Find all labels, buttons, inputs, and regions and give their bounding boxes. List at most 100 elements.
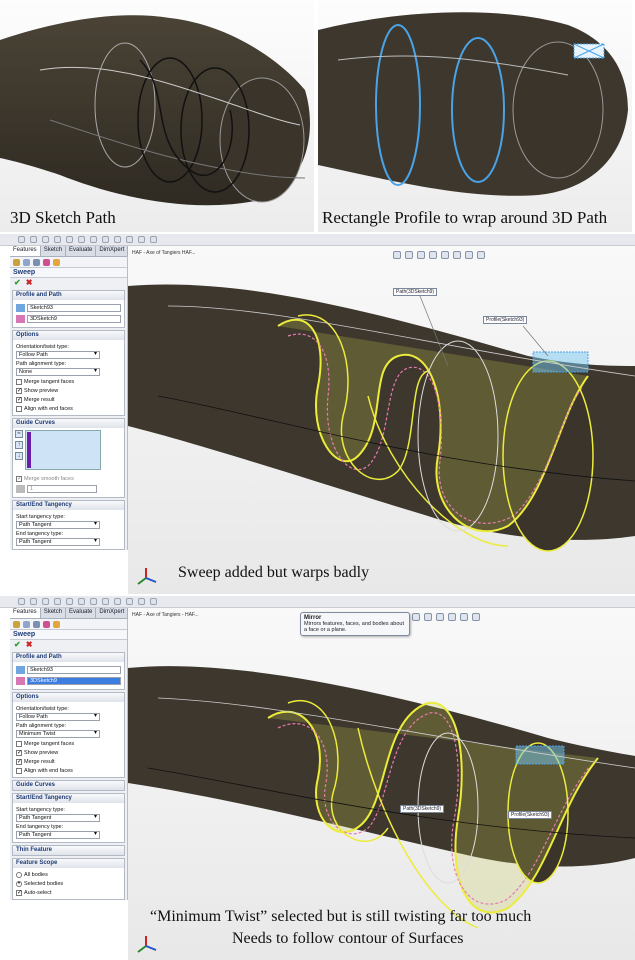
align-end-option[interactable]: Align with end faces [16, 404, 121, 413]
display-manager-icon[interactable] [53, 621, 60, 628]
section-header[interactable]: Guide Curves [13, 419, 124, 428]
checkbox-checked[interactable]: ✓ [16, 758, 22, 765]
auto-select-option[interactable]: ✓ Auto-select [16, 888, 121, 897]
toolbar-icon[interactable] [126, 236, 133, 243]
profile-field[interactable]: Sketch93 [27, 666, 121, 674]
spin-field[interactable]: 1 [27, 485, 97, 493]
mirror-toolbar-icon[interactable] [150, 598, 157, 605]
section-header[interactable]: Options [13, 693, 124, 702]
tab-dimxpert[interactable]: DimXpert [96, 246, 129, 256]
dimxpert-icon[interactable] [43, 621, 50, 628]
section-header[interactable]: Profile and Path [13, 653, 124, 662]
section-header[interactable]: Start/End Tangency [13, 794, 124, 803]
tab-features[interactable]: Features [10, 608, 41, 618]
tab-features[interactable]: Features [10, 246, 41, 256]
tab-sketch[interactable]: Sketch [41, 246, 67, 256]
graphics-viewport[interactable]: HAF - Axe of Tangiers - HAF... Mirror Mi… [128, 608, 635, 960]
path-field[interactable]: 3DSketch9 [27, 677, 121, 685]
show-preview-option[interactable]: ✓ Show preview [16, 386, 121, 395]
radio-button[interactable] [16, 871, 22, 878]
toolbar-icon[interactable] [66, 598, 73, 605]
alignment-select[interactable]: Minimum Twist [16, 730, 100, 738]
end-tangency-select[interactable]: Path Tangent [16, 538, 100, 546]
tab-dimxpert[interactable]: DimXpert [96, 608, 129, 618]
feature-tree-icon[interactable] [13, 259, 20, 266]
checkbox[interactable] [16, 378, 22, 385]
radio-button-selected[interactable]: • [16, 880, 22, 887]
alignment-select[interactable]: None [16, 368, 100, 376]
merge-result-option[interactable]: ✓ Merge result [16, 395, 121, 404]
toolbar-icon[interactable] [78, 236, 85, 243]
profile-field[interactable]: Sketch93 [27, 304, 121, 312]
path-callout[interactable]: Path(3DSketch9) [393, 288, 438, 296]
property-manager-icon[interactable] [23, 259, 30, 266]
toolbar-icon[interactable] [18, 598, 25, 605]
toolbar-icon[interactable] [90, 236, 97, 243]
move-down-icon[interactable]: ↓ [15, 452, 23, 460]
toolbar-icon[interactable] [66, 236, 73, 243]
end-tangency-select[interactable]: Path Tangent [16, 831, 100, 839]
toolbar-icon[interactable] [18, 236, 25, 243]
section-header[interactable]: Start/End Tangency [13, 501, 124, 510]
section-header[interactable]: Thin Feature [13, 846, 124, 855]
tab-evaluate[interactable]: Evaluate [66, 608, 97, 618]
profile-callout[interactable]: Profile(Sketch93) [508, 811, 553, 819]
ok-check-icon[interactable]: ✔ [14, 640, 21, 650]
section-header[interactable]: Feature Scope [13, 859, 124, 868]
cancel-x-icon[interactable]: ✖ [26, 278, 33, 288]
profile-callout[interactable]: Profile(Sketch93) [483, 316, 528, 324]
toolbar-icon[interactable] [150, 236, 157, 243]
toolbar-icon[interactable] [114, 598, 121, 605]
dimxpert-icon[interactable] [43, 259, 50, 266]
property-manager-icon[interactable] [23, 621, 30, 628]
section-header[interactable]: Options [13, 331, 124, 340]
feature-tree-icon[interactable] [13, 621, 20, 628]
show-preview-option[interactable]: ✓ Show preview [16, 748, 121, 757]
toolbar-icon[interactable] [126, 598, 133, 605]
toolbar-icon[interactable] [54, 236, 61, 243]
orientation-select[interactable]: Follow Path [16, 351, 100, 359]
tab-sketch[interactable]: Sketch [41, 608, 67, 618]
selected-bodies-option[interactable]: • Selected bodies [16, 879, 121, 888]
orientation-select[interactable]: Follow Path [16, 713, 100, 721]
section-header[interactable]: Profile and Path [13, 291, 124, 300]
merge-smooth-option[interactable]: ✓ Merge smooth faces [16, 474, 121, 483]
toolbar-icon[interactable] [30, 598, 37, 605]
toolbar-icon[interactable] [102, 236, 109, 243]
toolbar-icon[interactable] [114, 236, 121, 243]
checkbox[interactable] [16, 740, 22, 747]
checkbox[interactable] [16, 405, 22, 412]
cancel-x-icon[interactable]: ✖ [26, 640, 33, 650]
merge-result-option[interactable]: ✓ Merge result [16, 757, 121, 766]
move-up-icon[interactable]: ↑ [15, 441, 23, 449]
toolbar-icon[interactable] [30, 236, 37, 243]
display-manager-icon[interactable] [53, 259, 60, 266]
all-bodies-option[interactable]: All bodies [16, 870, 121, 879]
merge-tangent-option[interactable]: Merge tangent faces [16, 377, 121, 386]
toolbar-icon[interactable] [138, 236, 145, 243]
start-tangency-select[interactable]: Path Tangent [16, 814, 100, 822]
toolbar-icon[interactable] [42, 236, 49, 243]
checkbox-checked[interactable]: ✓ [16, 749, 22, 756]
toolbar-icon[interactable] [102, 598, 109, 605]
path-callout[interactable]: Path(3DSketch9) [400, 805, 445, 813]
path-field[interactable]: 3DSketch9 [27, 315, 121, 323]
toolbar-icon[interactable] [90, 598, 97, 605]
ok-check-icon[interactable]: ✔ [14, 278, 21, 288]
checkbox-checked[interactable]: ✓ [16, 396, 22, 403]
checkbox-checked[interactable]: ✓ [16, 889, 22, 896]
guide-curves-list[interactable] [25, 430, 101, 470]
toolbar-icon[interactable] [42, 598, 49, 605]
checkbox-checked[interactable]: ✓ [16, 387, 22, 394]
guide-icon[interactable]: ≈ [15, 430, 23, 438]
tab-evaluate[interactable]: Evaluate [66, 246, 97, 256]
merge-tangent-option[interactable]: Merge tangent faces [16, 739, 121, 748]
config-manager-icon[interactable] [33, 621, 40, 628]
toolbar-icon[interactable] [54, 598, 61, 605]
checkbox-checked[interactable]: ✓ [16, 475, 22, 482]
config-manager-icon[interactable] [33, 259, 40, 266]
checkbox[interactable] [16, 767, 22, 774]
align-end-option[interactable]: Align with end faces [16, 766, 121, 775]
toolbar-icon[interactable] [78, 598, 85, 605]
section-header[interactable]: Guide Curves [13, 781, 124, 790]
